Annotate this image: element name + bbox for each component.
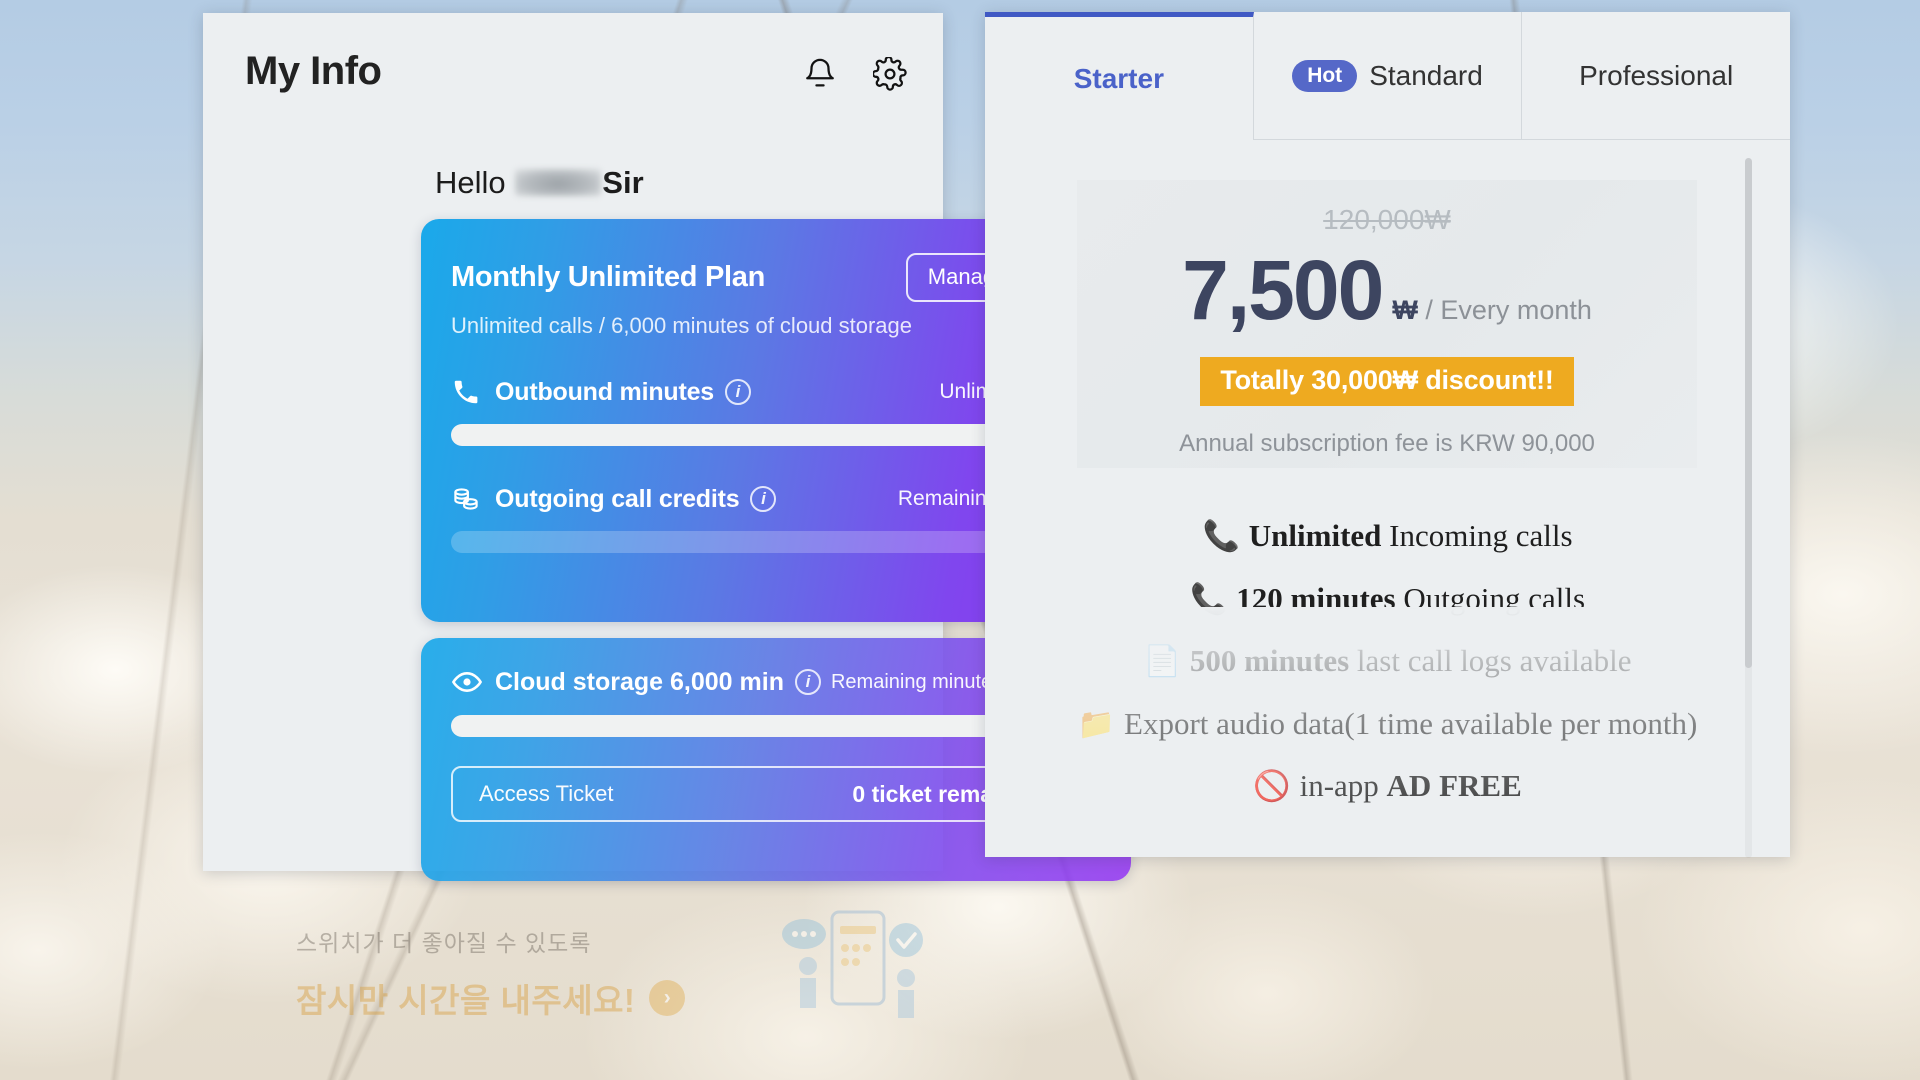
feature-highlight: 500 minutes (1189, 643, 1350, 678)
folder-icon: 📁 (1077, 707, 1116, 741)
promo-illustration (746, 904, 936, 1027)
discount-badge: Totally 30,000₩ discount!! (1200, 357, 1574, 406)
annual-fee-note: Annual subscription fee is KRW 90,000 (1179, 430, 1595, 457)
feature-text: last call logs available (1356, 643, 1632, 678)
promo-line-2: 잠시만 시간을 내주세요! (296, 982, 636, 1019)
gear-icon[interactable] (871, 55, 907, 91)
currency-symbol: ₩ (1392, 295, 1418, 325)
tab-standard[interactable]: Hot Standard (1253, 12, 1523, 140)
header-icon-group (803, 55, 907, 91)
tab-professional[interactable]: Professional (1522, 12, 1791, 140)
feature-item: 📞 Unlimited Incoming calls (1025, 512, 1750, 561)
feature-item: 📞 120 minutes Outgoing calls (1025, 575, 1750, 624)
hot-badge: Hot (1292, 59, 1358, 92)
discount-badge-wrap: Totally 30,000₩ discount!! (1077, 339, 1697, 406)
feature-text: in-app (1299, 768, 1387, 803)
metric-label: Outbound minutes (495, 377, 714, 406)
feature-text: Outgoing calls (1403, 580, 1586, 616)
eye-icon (451, 666, 485, 698)
feature-highlight: AD FREE (1386, 768, 1522, 803)
phone-icon: 📞 (1202, 520, 1240, 553)
original-price: 120,000₩ (1323, 204, 1451, 235)
current-price: 7,500 (1182, 243, 1384, 337)
price-unit: ₩ / Every month (1392, 295, 1592, 326)
storage-label: Cloud storage 6,000 min (495, 667, 784, 696)
no-ads-icon: 🚫 (1253, 770, 1291, 803)
feature-item: 🚫 in-app AD FREE (1025, 762, 1750, 811)
feature-highlight: Unlimited (1248, 518, 1382, 553)
info-icon[interactable]: i (750, 486, 777, 512)
billing-period: / Every month (1425, 295, 1592, 325)
plans-panel: Starter Hot Standard Professional 120,00… (985, 12, 1791, 858)
feature-text: Export audio data(1 time available per m… (1124, 705, 1698, 741)
promo-banner[interactable]: 스위치가 더 좋아질 수 있도록 잠시만 시간을 내주세요! › (296, 910, 923, 1044)
phone-icon (451, 377, 485, 407)
plan-tabs: Starter Hot Standard Professional (985, 12, 1791, 140)
scrollbar-thumb[interactable] (1745, 158, 1752, 668)
feature-item: 📁 Export audio data(1 time available per … (1025, 700, 1750, 749)
promo-arrow-icon[interactable]: › (649, 980, 686, 1016)
tab-standard-label: Standard (1369, 59, 1483, 91)
access-ticket-label: Access Ticket (479, 781, 614, 806)
tab-professional-label: Professional (1579, 59, 1734, 91)
feature-item: 📄 500 minutes last call logs available (1025, 637, 1750, 686)
tab-starter[interactable]: Starter (985, 12, 1254, 140)
greeting-prefix: Hello (435, 165, 506, 200)
price-row: 7,500 ₩ / Every month (1077, 242, 1697, 339)
plan-name: Monthly Unlimited Plan (451, 261, 766, 293)
scrollbar-track[interactable] (1745, 158, 1752, 858)
masked-user-name (515, 169, 602, 196)
documents-icon: 📄 (1143, 645, 1181, 678)
bell-icon[interactable] (803, 57, 837, 91)
price-card: 120,000₩ 7,500 ₩ / Every month Totally 3… (1077, 180, 1697, 468)
phone-icon: 📞 (1189, 582, 1228, 616)
feature-highlight: 120 minutes (1236, 580, 1396, 616)
info-icon[interactable]: i (794, 669, 821, 695)
feature-list: 📞 Unlimited Incoming calls 📞 120 minutes O… (1025, 512, 1750, 825)
feature-text: Incoming calls (1389, 518, 1573, 553)
metric-label: Outgoing call credits (495, 484, 740, 513)
info-icon[interactable]: i (725, 379, 751, 405)
greeting-suffix: Sir (602, 165, 644, 200)
my-info-panel: My Info Hello Sir Monthly Unlimited Plan… (203, 13, 1131, 881)
tab-starter-label: Starter (1073, 62, 1164, 94)
coins-icon (451, 484, 485, 514)
greeting: Hello Sir (435, 165, 644, 201)
